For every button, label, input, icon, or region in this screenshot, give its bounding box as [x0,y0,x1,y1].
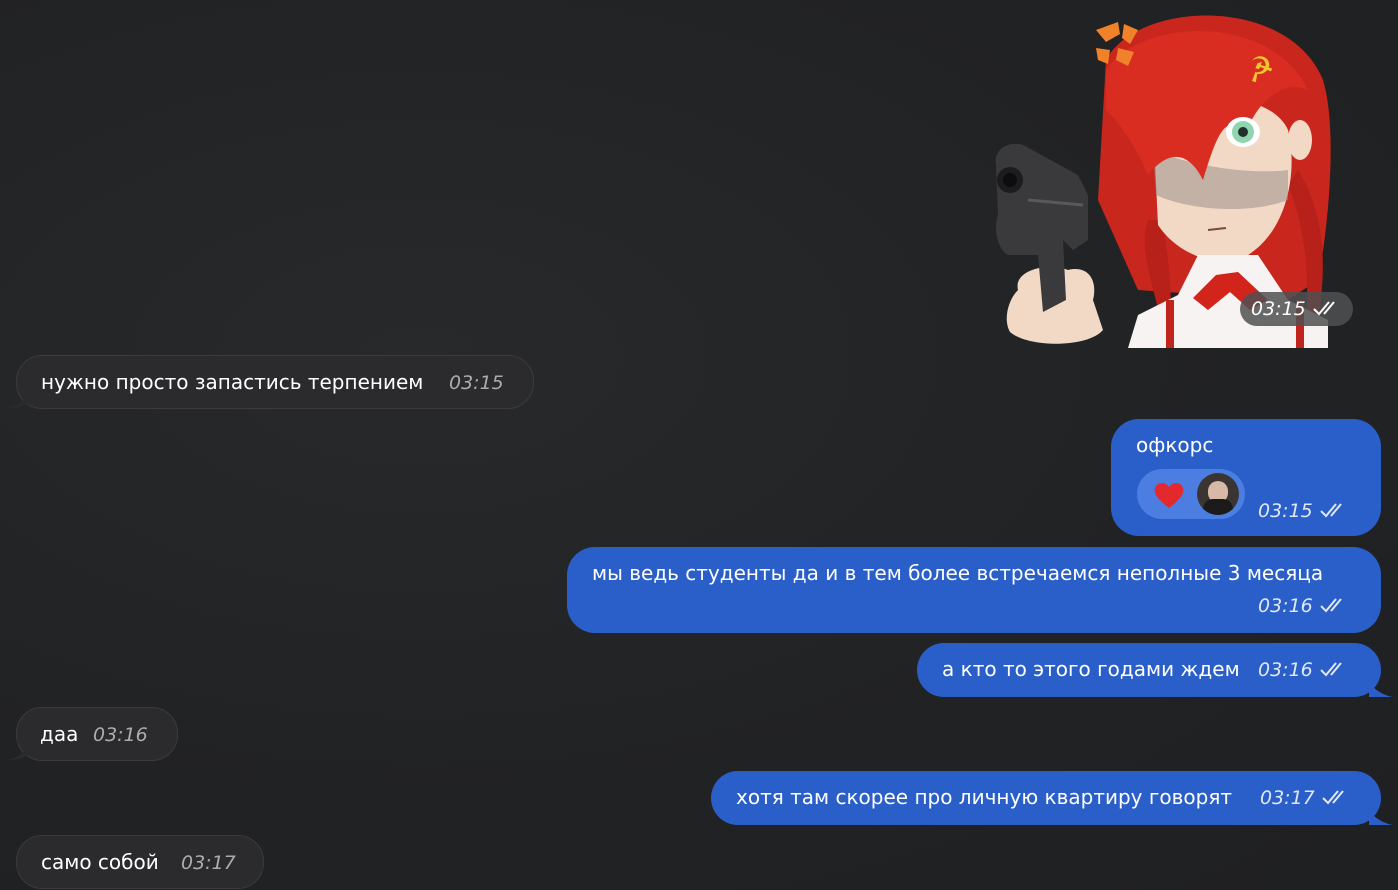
incoming-message-bubble[interactable]: нужно просто запастись терпением 03:15 [5,355,534,409]
message-text: мы ведь студенты да и в тем более встреч… [592,561,1324,585]
message-time: 03:16 [1258,658,1349,682]
outgoing-message-bubble[interactable]: а кто то этого годами ждем 03:16 [917,643,1393,697]
double-check-icon [1320,662,1342,677]
message-time: 03:16 [1258,594,1349,618]
message-text: нужно просто запастись терпением [41,370,424,394]
outgoing-message-bubble[interactable]: офкорс 03:15 [1111,419,1381,536]
incoming-message-bubble[interactable]: даа 03:16 [5,707,178,761]
bubble-tail [1369,807,1393,825]
bubble-tail [5,743,29,760]
message-text: само собой [41,850,159,874]
chat-area: ☭ 03:15 нужно просто запастись терпением… [0,0,1398,890]
message-text: офкорс [1136,433,1214,457]
message-time: 03:15 [1258,499,1349,523]
double-check-icon [1320,503,1342,518]
outgoing-message-bubble[interactable]: мы ведь студенты да и в тем более встреч… [567,547,1381,633]
message-text: даа [40,722,79,746]
message-text: хотя там скорее про личную квартиру гово… [736,785,1233,809]
double-check-icon [1322,790,1344,805]
message-text: а кто то этого годами ждем [942,657,1240,681]
bubble-tail [5,391,29,408]
bubble-tail [1369,679,1393,697]
double-check-icon [1320,598,1342,613]
reaction-pill[interactable] [1137,469,1245,519]
message-time: 03:16 [93,724,148,746]
double-check-icon [1313,301,1335,316]
message-time: 03:17 [1260,786,1351,810]
incoming-message-bubble[interactable]: само собой 03:17 [16,835,264,889]
user-avatar[interactable] [1197,473,1239,515]
outgoing-message-bubble[interactable]: хотя там скорее про личную квартиру гово… [711,771,1393,825]
sticker-timestamp: 03:15 [1240,292,1353,326]
heart-icon [1154,482,1184,508]
message-time: 03:17 [181,852,236,874]
message-time: 03:15 [449,372,504,394]
